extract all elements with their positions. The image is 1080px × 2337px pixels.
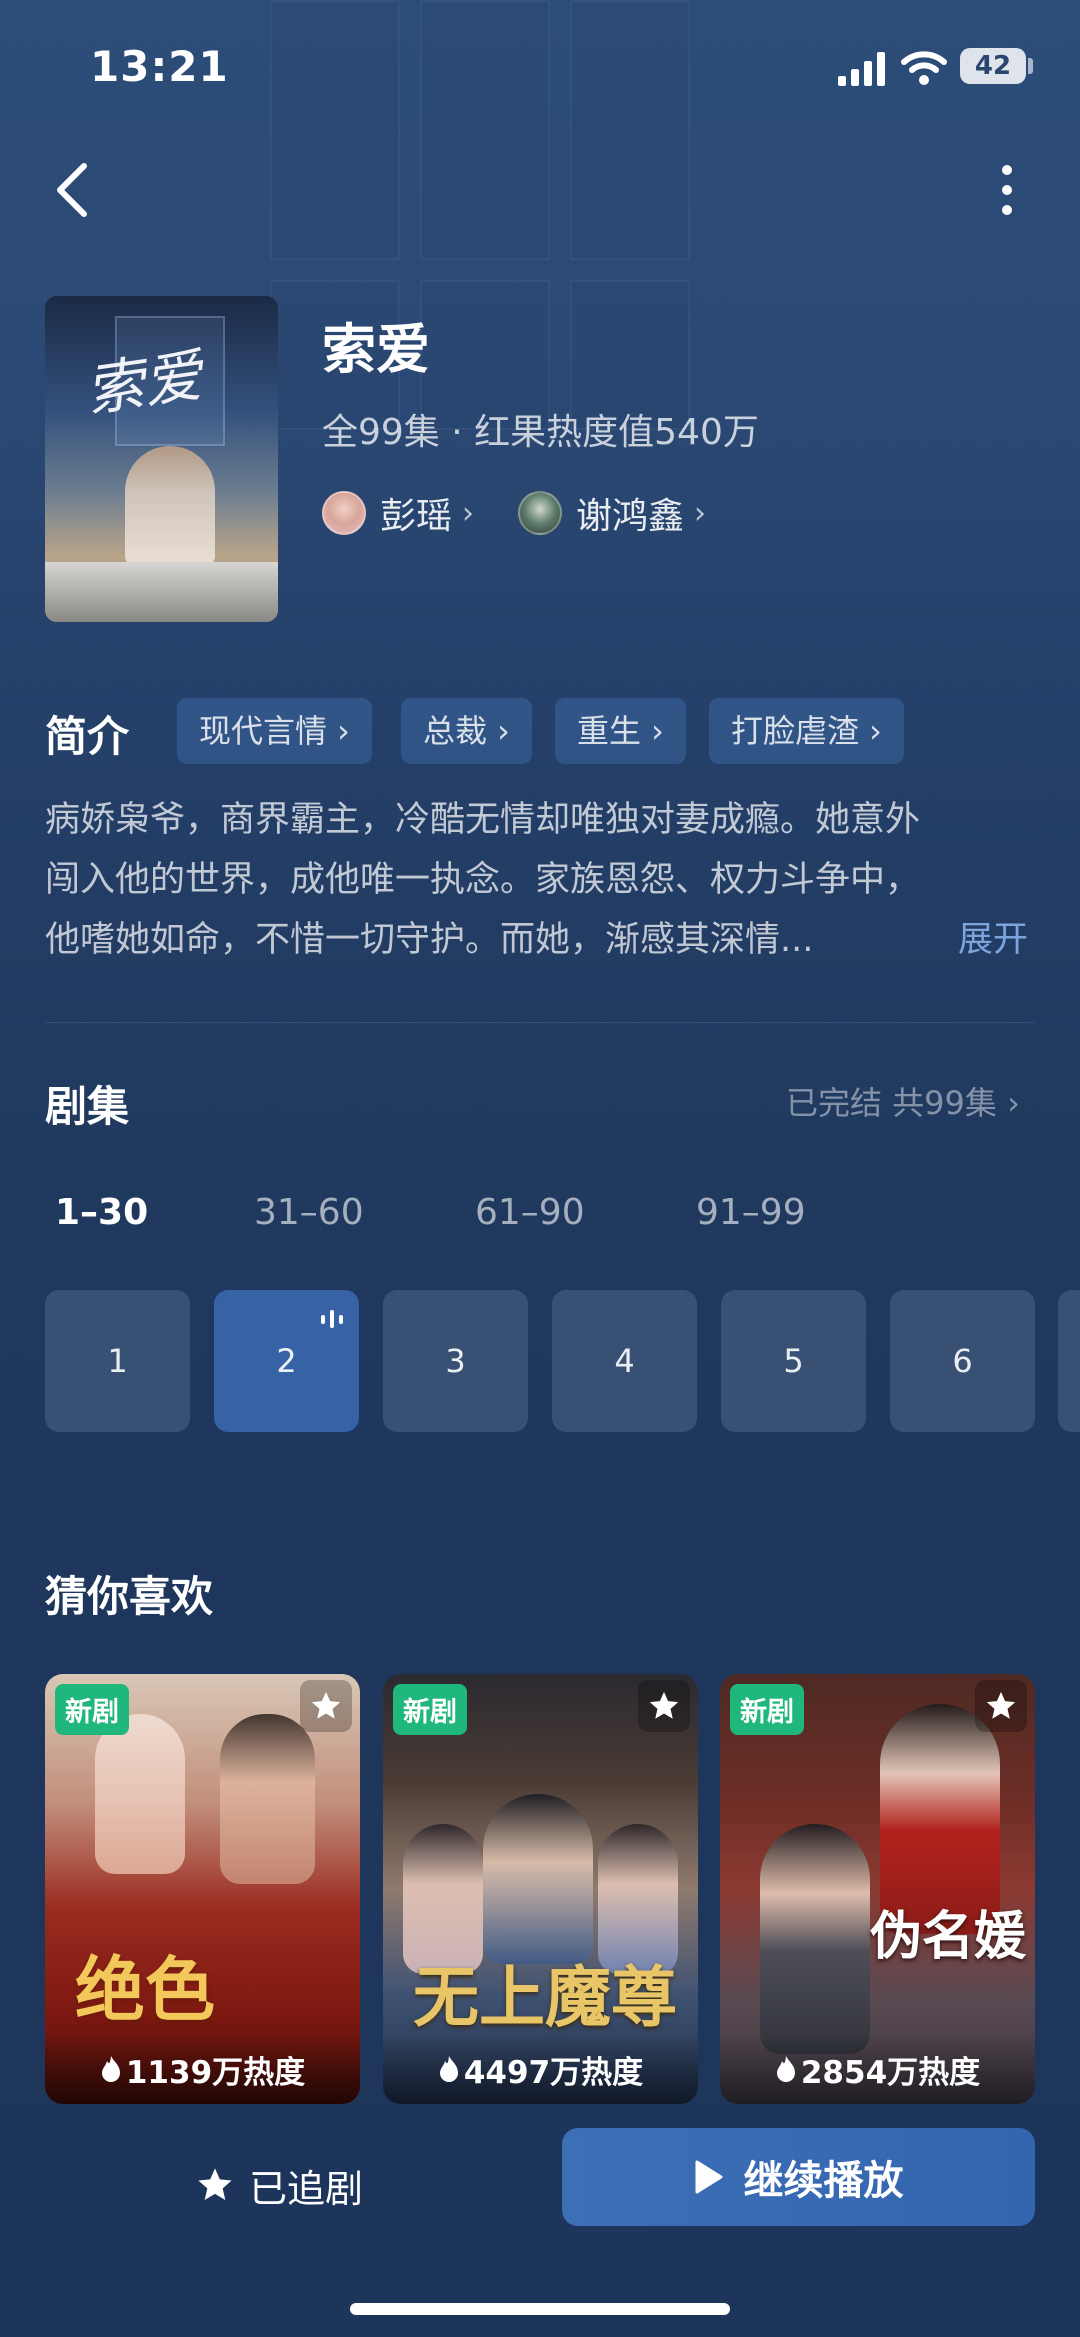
star-icon	[198, 2168, 232, 2200]
heat-label: 1139万热度	[45, 2034, 360, 2104]
synopsis: 病娇枭爷，商界霸主，冷酷无情却唯独对妻成瘾。她意外 闯入他的世界，成他唯一执念。…	[45, 790, 1035, 970]
synopsis-line: 病娇枭爷，商界霸主，冷酷无情却唯独对妻成瘾。她意外	[45, 800, 921, 840]
episode-number: 2	[276, 1342, 297, 1380]
follow-label: 已追剧	[249, 2166, 364, 2211]
actor-link-2[interactable]: 谢鸿鑫 ›	[518, 488, 706, 538]
genre-tag[interactable]: 现代言情 ›	[177, 698, 372, 764]
heat-value: 1139万热度	[125, 2054, 306, 2091]
range-tab-4[interactable]: 91–99	[696, 1192, 806, 1233]
drama-poster: 索爱	[45, 296, 278, 622]
episode-number: 1	[107, 1342, 128, 1380]
episode-number: 6	[952, 1342, 973, 1380]
episode-button-5[interactable]: 5	[721, 1290, 866, 1432]
status-time: 13:21	[90, 42, 229, 91]
range-tab-2[interactable]: 31–60	[254, 1192, 364, 1233]
expand-button[interactable]: 展开	[958, 910, 1028, 970]
flame-icon	[439, 2056, 458, 2082]
heat-label: 4497万热度	[383, 2034, 698, 2104]
divider	[45, 1022, 1035, 1023]
episode-number: 3	[445, 1342, 466, 1380]
episode-button-6[interactable]: 6	[890, 1290, 1035, 1432]
favorite-star-icon[interactable]	[638, 1680, 690, 1732]
home-indicator	[350, 2303, 730, 2315]
recommend-card-3[interactable]: 伪名媛 新剧 2854万热度	[720, 1674, 1035, 2104]
episode-button-1[interactable]: 1	[45, 1290, 190, 1432]
flame-icon	[776, 2056, 795, 2082]
back-button[interactable]	[50, 160, 94, 220]
favorite-star-icon[interactable]	[975, 1680, 1027, 1732]
recommend-card-2[interactable]: 无上魔尊 新剧 4497万热度	[383, 1674, 698, 2104]
intro-label: 简介	[45, 712, 130, 761]
episodes-label: 剧集	[45, 1082, 130, 1131]
avatar	[322, 491, 366, 535]
actor-name: 彭瑶	[380, 496, 453, 537]
episode-button-peek[interactable]	[1058, 1290, 1080, 1432]
episode-number: 5	[783, 1342, 804, 1380]
drama-meta: 全99集 · 红果热度值540万	[322, 412, 759, 453]
continue-play-button[interactable]: 继续播放	[562, 2128, 1035, 2226]
synopsis-line: 闯入他的世界，成他唯一执念。家族恩怨、权力斗争中，	[45, 860, 921, 900]
episode-number: 4	[614, 1342, 635, 1380]
synopsis-line: 他嗜她如命，不惜一切守护。而她，渐感其深情...	[45, 920, 814, 960]
battery-indicator: 42	[960, 48, 1026, 84]
now-playing-icon	[321, 1310, 343, 1328]
episode-button-3[interactable]: 3	[383, 1290, 528, 1432]
episode-button-4[interactable]: 4	[552, 1290, 697, 1432]
favorite-star-icon[interactable]	[300, 1680, 352, 1732]
range-tab-3[interactable]: 61–90	[475, 1192, 585, 1233]
new-badge: 新剧	[393, 1684, 467, 1735]
signal-icon	[838, 52, 885, 86]
play-label: 继续播放	[743, 2158, 904, 2204]
new-badge: 新剧	[55, 1684, 129, 1735]
actor-link-1[interactable]: 彭瑶 ›	[322, 488, 474, 538]
chevron-right-icon: ›	[462, 495, 475, 531]
episodes-status-link[interactable]: 已完结 共99集 ›	[786, 1078, 1020, 1124]
genre-tag[interactable]: 重生 ›	[555, 698, 686, 764]
recommend-label: 猜你喜欢	[45, 1572, 214, 1621]
heat-value: 2854万热度	[800, 2054, 981, 2091]
genre-tag[interactable]: 总裁 ›	[401, 698, 532, 764]
heat-label: 2854万热度	[720, 2034, 1035, 2104]
more-options-icon[interactable]	[992, 160, 1022, 220]
avatar	[518, 491, 562, 535]
new-badge: 新剧	[730, 1684, 804, 1735]
flame-icon	[101, 2056, 120, 2082]
play-icon	[695, 2160, 722, 2194]
actor-name: 谢鸿鑫	[576, 496, 685, 537]
drama-title: 索爱	[322, 318, 430, 381]
follow-button[interactable]: 已追剧	[195, 2150, 363, 2220]
episode-button-2[interactable]: 2	[214, 1290, 359, 1432]
recommend-card-1[interactable]: 绝色 新剧 1139万热度	[45, 1674, 360, 2104]
genre-tag[interactable]: 打脸虐渣 ›	[709, 698, 904, 764]
chevron-right-icon: ›	[694, 495, 707, 531]
range-tab-1[interactable]: 1–30	[55, 1192, 148, 1233]
heat-value: 4497万热度	[463, 2054, 644, 2091]
wifi-icon	[901, 51, 947, 85]
battery-tip	[1028, 58, 1033, 74]
